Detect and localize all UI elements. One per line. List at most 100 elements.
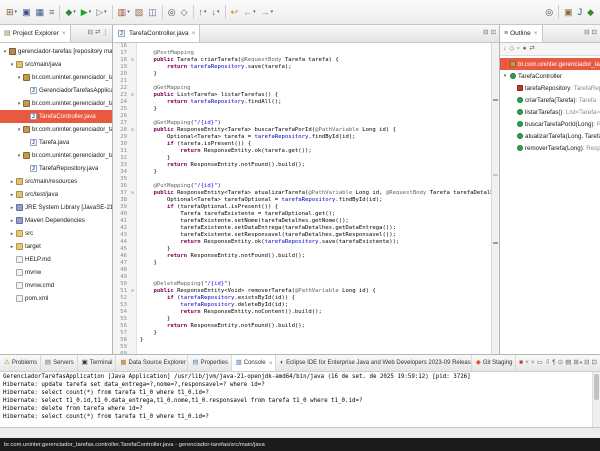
outline-item[interactable]: ▾TarefaController [500, 70, 600, 82]
tree-item[interactable]: JTarefa.java [0, 136, 112, 149]
search-icon[interactable]: ◎ [166, 3, 178, 21]
code-line[interactable]: 43 tarefaExistente.setResponsavel(tarefa… [113, 232, 491, 239]
tab-eclipse-ide-info[interactable]: ◐Eclipse IDE for Enterprise Java and Web… [276, 355, 472, 371]
sort-icon[interactable]: ↓ [503, 46, 506, 53]
code-line[interactable]: 35 [113, 176, 491, 183]
code-line[interactable]: 47 } [113, 260, 491, 267]
hide-non-public-members-icon[interactable]: ● [523, 46, 527, 53]
code-line[interactable]: 33 return ResponseEntity.notFound().buil… [113, 162, 491, 169]
code-line[interactable]: 23⊖ public List<Tarefa> listarTarefas() … [113, 92, 491, 99]
code-line[interactable]: 48 [113, 267, 491, 274]
tree-item[interactable]: mvnw.cmd [0, 279, 112, 292]
expand-arrow-icon[interactable]: ▸ [9, 244, 15, 250]
close-icon[interactable]: × [534, 30, 538, 37]
tree-item[interactable]: mvnw [0, 266, 112, 279]
code-line[interactable]: 27 @GetMapping("/{id}") [113, 120, 491, 127]
outline-item[interactable]: buscarTarefaPorId(Long) : ResponseEntity… [500, 118, 600, 130]
code-line[interactable]: 55 } [113, 316, 491, 323]
previous-annotation-icon[interactable]: ↑▾ [197, 3, 209, 21]
expand-arrow-icon[interactable]: ▾ [16, 75, 22, 81]
code-line[interactable]: 26 [113, 113, 491, 120]
tree-item[interactable]: JTarefaRepository.java [0, 162, 112, 175]
fold-marker-icon[interactable]: ⊖ [129, 92, 137, 99]
tree-item[interactable]: ▾br.com.uninter.gerenciador_tarefas [0, 71, 112, 84]
tree-item[interactable]: ▸target [0, 240, 112, 253]
tab-servers[interactable]: ▤Servers [41, 355, 78, 371]
tree-item[interactable]: ▾src/main/java [0, 58, 112, 71]
code-line[interactable]: 29 Optional<Tarefa> tarefa = tarefaRepos… [113, 134, 491, 141]
save-all-icon[interactable]: ▦ [34, 3, 47, 21]
view-menu-icon[interactable]: ⋮ [103, 30, 110, 37]
code-line[interactable]: 56 return ResponseEntity.notFound().buil… [113, 323, 491, 330]
code-line[interactable]: 60 [113, 351, 491, 354]
close-icon[interactable]: × [192, 30, 196, 37]
code-line[interactable]: 20 } [113, 71, 491, 78]
outline-item[interactable]: criarTarefa(Tarefa) : Tarefa [500, 94, 600, 106]
console-scrollbar[interactable] [592, 372, 600, 427]
tab-properties[interactable]: ▤Properties [188, 355, 231, 371]
tab-git-staging[interactable]: ◆Git Staging [472, 355, 516, 371]
run-icon[interactable]: ▶▾ [79, 3, 93, 21]
console-view[interactable]: GerenciadorTarefasApplication [Java Appl… [0, 372, 600, 427]
back-icon[interactable]: ←▾ [241, 3, 258, 21]
code-line[interactable]: 22 @GetMapping [113, 85, 491, 92]
maximize-icon[interactable]: ⊡ [491, 30, 496, 37]
code-line[interactable]: 36 @PutMapping("/{id}") [113, 183, 491, 190]
code-line[interactable]: 24 return tarefaRepository.findAll(); [113, 99, 491, 106]
tab-outline[interactable]: ≡ Outline × [500, 25, 543, 42]
expand-arrow-icon[interactable]: ▸ [9, 218, 15, 224]
close-icon[interactable]: × [62, 30, 66, 37]
code-line[interactable]: 51⊖ public ResponseEntity<Void> removerT… [113, 288, 491, 295]
new-java-project-icon[interactable]: ▧ [133, 3, 146, 21]
code-line[interactable]: 50 @DeleteMapping("/{id}") [113, 281, 491, 288]
code-line[interactable]: 41 tarefaExistente.setNome(tarefaDetalhe… [113, 218, 491, 225]
remove-launch-icon[interactable]: × [525, 360, 529, 367]
code-line[interactable]: 59 [113, 344, 491, 351]
expand-arrow-icon[interactable]: ▾ [16, 153, 22, 159]
coverage-icon[interactable]: ▥▾ [116, 3, 132, 21]
scrollbar-thumb[interactable] [594, 374, 599, 400]
external-tools-icon[interactable]: ▷▾ [94, 3, 108, 21]
new-servlet-icon[interactable]: ◫ [146, 3, 159, 21]
perspective-java-icon[interactable]: J [576, 3, 585, 21]
forward-icon[interactable]: →▾ [259, 3, 276, 21]
terminate-icon[interactable]: ■ [519, 360, 523, 367]
tab-tarefacontroller-java[interactable]: J TarefaController.java × [113, 25, 200, 42]
expand-arrow-icon[interactable]: ▾ [502, 73, 508, 79]
next-annotation-icon[interactable]: ↓▾ [210, 3, 222, 21]
perspective-debug-icon[interactable]: ◆ [585, 3, 596, 21]
code-line[interactable]: 46 return ResponseEntity.notFound().buil… [113, 253, 491, 260]
fold-marker-icon[interactable]: ⊖ [129, 288, 137, 295]
code-line[interactable]: 42 tarefaExistente.setDataEntrega(tarefa… [113, 225, 491, 232]
remove-all-launches-icon[interactable]: × [531, 360, 535, 367]
code-line[interactable]: 38 Optional<Tarefa> tarefaOptional = tar… [113, 197, 491, 204]
debug-icon[interactable]: ◆▾ [63, 3, 77, 21]
tree-item[interactable]: ▸JRE System Library [JavaSE-21] [0, 201, 112, 214]
taskbar[interactable]: br.com.uninter.gerenciador_tarefas.contr… [0, 438, 600, 451]
maximize-icon[interactable]: ⊡ [592, 30, 597, 37]
minimize-icon[interactable]: ⊟ [584, 360, 589, 367]
open-type-icon[interactable]: ◇ [179, 3, 190, 21]
code-line[interactable]: 16 [113, 43, 491, 50]
code-line[interactable]: 18⊖ public Tarefa criarTarefa(@RequestBo… [113, 57, 491, 64]
new-wizard-icon[interactable]: ⊞▾ [4, 3, 19, 21]
tree-item[interactable]: ▾br.com.uninter.gerenciador_tarefas.repo… [0, 149, 112, 162]
minimize-icon[interactable]: ⊟ [584, 30, 589, 37]
expand-arrow-icon[interactable]: ▸ [9, 179, 15, 185]
tree-item[interactable]: ▾gerenciador-tarefas [repository master] [0, 45, 112, 58]
tab-problems[interactable]: ⚠Problems [0, 355, 41, 371]
scroll-lock-icon[interactable]: ⇩ [545, 360, 550, 367]
last-edit-location-icon[interactable]: ↩ [229, 3, 241, 21]
tree-item[interactable]: ▾br.com.uninter.gerenciador_tarefas.mode… [0, 123, 112, 136]
code-line[interactable]: 31 return ResponseEntity.ok(tarefa.get()… [113, 148, 491, 155]
code-line[interactable]: 39 if (tarefaOptional.isPresent()) { [113, 204, 491, 211]
collapse-all-icon[interactable]: ⊟ [88, 30, 93, 37]
code-line[interactable]: 57 } [113, 330, 491, 337]
link-with-editor-icon[interactable]: ⇄ [95, 30, 100, 37]
code-line[interactable]: 21 [113, 78, 491, 85]
save-icon[interactable]: ▣ [20, 3, 33, 21]
outline-item[interactable]: br.com.uninter.gerenciador_tarefas.contr… [500, 58, 600, 70]
maximize-icon[interactable]: ⊡ [592, 360, 597, 367]
code-line[interactable]: 44 return ResponseEntity.ok(tarefaReposi… [113, 239, 491, 246]
display-selected-console-icon[interactable]: ▤ [565, 360, 571, 367]
